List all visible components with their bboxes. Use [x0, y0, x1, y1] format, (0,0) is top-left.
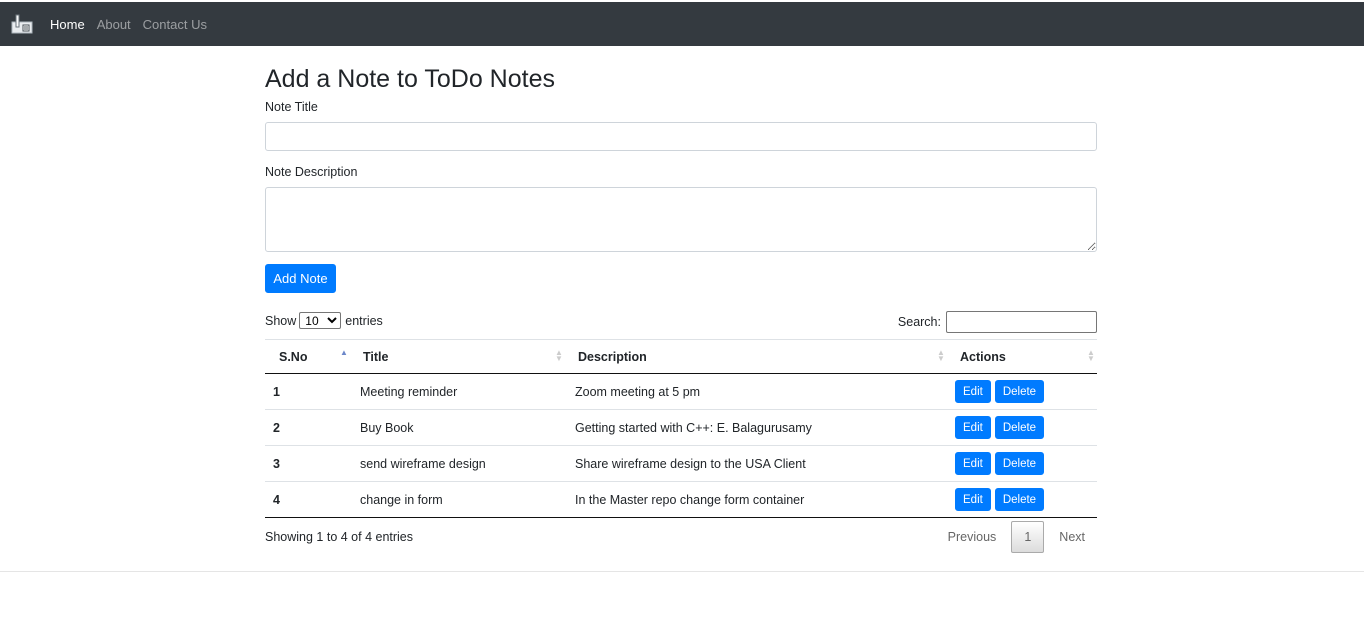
- add-note-button[interactable]: Add Note: [265, 264, 336, 293]
- table-row: 1 Meeting reminder Zoom meeting at 5 pm …: [265, 373, 1097, 410]
- note-title-input[interactable]: [265, 122, 1097, 151]
- column-header-label: Description: [578, 350, 647, 364]
- table-header-row: S.No ▲ Title ▲ ▼ Description ▲ ▼ Actions ▲…: [265, 339, 1097, 374]
- row-actions: Edit Delete: [949, 416, 1097, 439]
- page-length-select[interactable]: 10: [299, 312, 342, 329]
- row-actions: Edit Delete: [949, 452, 1097, 475]
- edit-button[interactable]: Edit: [955, 488, 991, 511]
- column-header-title[interactable]: Title ▲ ▼: [352, 339, 567, 374]
- column-header-actions[interactable]: Actions ▲ ▼: [949, 339, 1097, 374]
- column-header-description[interactable]: Description ▲ ▼: [567, 339, 949, 374]
- row-title: change in form: [360, 492, 443, 507]
- sort-icon: ▲ ▼: [1087, 348, 1095, 363]
- search-input[interactable]: [946, 311, 1097, 333]
- delete-button[interactable]: Delete: [994, 380, 1045, 403]
- entries-label: entries: [345, 313, 383, 328]
- row-description: Getting started with C++: E. Balagurusam…: [575, 420, 812, 435]
- pagination: Previous 1 Next: [936, 521, 1097, 553]
- delete-button[interactable]: Delete: [994, 416, 1045, 439]
- row-description: In the Master repo change form container: [575, 492, 805, 507]
- row-sno: 2: [273, 420, 280, 435]
- delete-button[interactable]: Delete: [994, 488, 1045, 511]
- column-header-sno[interactable]: S.No ▲: [265, 339, 352, 374]
- table-row: 3 send wireframe design Share wireframe …: [265, 445, 1097, 482]
- notes-table: S.No ▲ Title ▲ ▼ Description ▲ ▼ Actions ▲…: [265, 339, 1097, 518]
- sort-ascending-icon: ▲: [340, 348, 348, 357]
- nav-link-home[interactable]: Home: [50, 17, 85, 32]
- note-description-label: Note Description: [265, 165, 358, 179]
- sort-icon: ▲ ▼: [555, 348, 563, 363]
- next-page-button[interactable]: Next: [1047, 530, 1097, 544]
- page-button-current[interactable]: 1: [1011, 521, 1045, 553]
- page-length-control: Show 10 entries: [265, 312, 383, 329]
- page-title: Add a Note to ToDo Notes: [265, 65, 555, 93]
- row-description: Zoom meeting at 5 pm: [575, 384, 701, 399]
- note-title-label: Note Title: [265, 100, 318, 114]
- table-info: Showing 1 to 4 of 4 entries: [265, 530, 414, 544]
- column-header-label: S.No: [279, 350, 308, 364]
- nav-link-about[interactable]: About: [97, 17, 131, 32]
- note-description-textarea[interactable]: [265, 187, 1097, 252]
- edit-button[interactable]: Edit: [955, 380, 991, 403]
- row-title: Meeting reminder: [360, 384, 458, 399]
- row-sno: 3: [273, 456, 280, 471]
- nav-link-contact-us[interactable]: Contact Us: [143, 17, 207, 32]
- edit-button[interactable]: Edit: [955, 452, 991, 475]
- navbar: Home About Contact Us: [0, 2, 1364, 46]
- delete-button[interactable]: Delete: [994, 452, 1045, 475]
- table-search: Search:: [898, 311, 1097, 333]
- notes-logo-icon[interactable]: [10, 12, 34, 36]
- row-title: send wireframe design: [360, 456, 486, 471]
- search-label: Search:: [897, 315, 941, 329]
- row-title: Buy Book: [360, 420, 414, 435]
- show-label: Show: [265, 313, 297, 328]
- table-row: 2 Buy Book Getting started with C++: E. …: [265, 409, 1097, 446]
- row-sno: 1: [273, 384, 280, 399]
- sort-icon: ▲ ▼: [937, 348, 945, 363]
- row-sno: 4: [273, 492, 280, 507]
- table-row: 4 change in form In the Master repo chan…: [265, 481, 1097, 518]
- row-actions: Edit Delete: [949, 488, 1097, 511]
- column-header-label: Actions: [960, 350, 1006, 364]
- footer-divider: [0, 571, 1364, 572]
- previous-page-button[interactable]: Previous: [936, 530, 1009, 544]
- row-description: Share wireframe design to the USA Client: [575, 456, 806, 471]
- column-header-label: Title: [363, 350, 389, 364]
- row-actions: Edit Delete: [949, 380, 1097, 403]
- edit-button[interactable]: Edit: [955, 416, 991, 439]
